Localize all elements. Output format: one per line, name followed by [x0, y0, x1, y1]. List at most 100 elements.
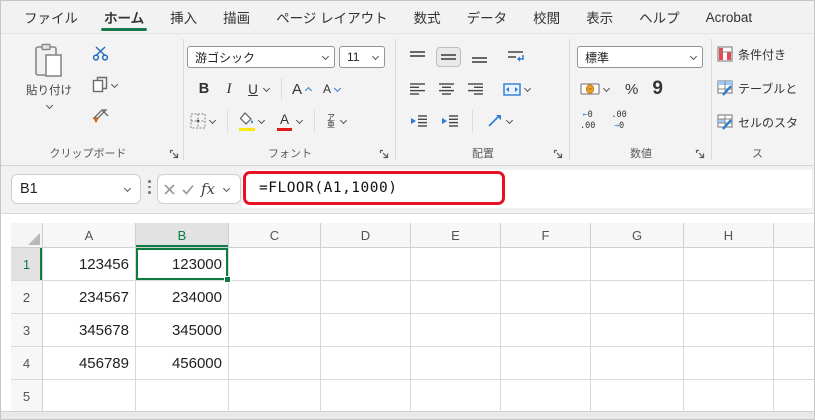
cell-D5[interactable]: [321, 380, 411, 413]
cell-F2[interactable]: [501, 281, 591, 314]
cell-I5[interactable]: [774, 380, 814, 413]
cell-H1[interactable]: [684, 248, 774, 281]
cell-I4[interactable]: [774, 347, 814, 380]
fill-color-dropdown-icon[interactable]: [257, 117, 266, 126]
cell-B1[interactable]: 123000: [136, 248, 231, 283]
ribbon-tab-7[interactable]: 校閲: [520, 1, 573, 33]
row-header-2[interactable]: 2: [11, 281, 43, 314]
paste-dropdown-icon[interactable]: [45, 101, 54, 110]
align-center-button[interactable]: [436, 81, 457, 97]
cell-H2[interactable]: [684, 281, 774, 314]
cell-G5[interactable]: [591, 380, 684, 413]
cell-E2[interactable]: [411, 281, 501, 314]
align-middle-button[interactable]: [436, 47, 461, 67]
percent-style-button[interactable]: %: [622, 79, 641, 100]
cell-C1[interactable]: [229, 248, 321, 281]
alignment-dialog-launcher-icon[interactable]: [553, 149, 564, 160]
cell-A4[interactable]: 456789: [43, 347, 136, 380]
ribbon-tab-2[interactable]: 挿入: [157, 1, 210, 33]
cell-A2[interactable]: 234567: [43, 281, 136, 314]
cell-I2[interactable]: [774, 281, 814, 314]
ribbon-tab-4[interactable]: ページ レイアウト: [263, 1, 400, 33]
copy-button[interactable]: [89, 74, 122, 95]
cell-F3[interactable]: [501, 314, 591, 347]
column-header-H[interactable]: H: [684, 223, 774, 248]
font-name-select[interactable]: 游ゴシック: [187, 46, 335, 68]
font-dialog-launcher-icon[interactable]: [379, 149, 390, 160]
cell-B4[interactable]: 456000: [136, 347, 229, 380]
cell-C5[interactable]: [229, 380, 321, 413]
enter-icon[interactable]: [182, 184, 194, 195]
ribbon-tab-3[interactable]: 描画: [210, 1, 263, 33]
underline-dropdown-icon[interactable]: [262, 85, 271, 94]
cell-A3[interactable]: 345678: [43, 314, 136, 347]
merge-dropdown-icon[interactable]: [523, 85, 532, 94]
cell-A1[interactable]: 123456: [43, 248, 136, 281]
copy-dropdown-icon[interactable]: [110, 80, 119, 89]
accounting-format-button[interactable]: [577, 80, 614, 98]
insert-function-button[interactable]: fx: [201, 180, 215, 198]
decrease-decimal-button[interactable]: .00 →0: [608, 109, 629, 133]
decrease-font-size-button[interactable]: A: [320, 80, 345, 98]
formula-bar-drag-handle[interactable]: [148, 180, 151, 194]
ribbon-tab-6[interactable]: データ: [454, 1, 521, 33]
accounting-dropdown-icon[interactable]: [602, 85, 611, 94]
cell-C2[interactable]: [229, 281, 321, 314]
column-header-A[interactable]: A: [43, 223, 136, 248]
wrap-text-button[interactable]: [504, 48, 527, 66]
column-header-B[interactable]: B: [136, 223, 229, 248]
column-header-D[interactable]: D: [321, 223, 411, 248]
column-header-E[interactable]: E: [411, 223, 501, 248]
cell-I1[interactable]: [774, 248, 814, 281]
ribbon-tab-0[interactable]: ファイル: [11, 1, 91, 33]
increase-indent-button[interactable]: [438, 113, 461, 129]
fill-color-button[interactable]: [235, 110, 269, 132]
orientation-dropdown-icon[interactable]: [505, 117, 514, 126]
conditional-formatting-button[interactable]: 条件付き: [717, 42, 786, 66]
orientation-button[interactable]: [484, 112, 517, 130]
borders-button[interactable]: [187, 111, 220, 131]
cell-E3[interactable]: [411, 314, 501, 347]
cell-H5[interactable]: [684, 380, 774, 413]
number-dialog-launcher-icon[interactable]: [695, 149, 706, 160]
underline-button[interactable]: U: [243, 80, 274, 99]
cell-A5[interactable]: [43, 380, 136, 413]
ribbon-tab-1[interactable]: ホーム: [91, 1, 157, 33]
cell-E4[interactable]: [411, 347, 501, 380]
cell-G3[interactable]: [591, 314, 684, 347]
phonetic-guide-button[interactable]: ア 亜: [322, 112, 351, 130]
cell-C3[interactable]: [229, 314, 321, 347]
cut-button[interactable]: [89, 44, 112, 63]
merge-center-button[interactable]: [500, 81, 535, 98]
decrease-indent-button[interactable]: [407, 113, 430, 129]
row-header-5[interactable]: 5: [11, 380, 43, 413]
row-header-4[interactable]: 4: [11, 347, 43, 380]
cell-H4[interactable]: [684, 347, 774, 380]
column-header-F[interactable]: F: [501, 223, 591, 248]
number-format-select[interactable]: 標準: [577, 46, 703, 68]
format-painter-button[interactable]: [89, 106, 113, 126]
italic-button[interactable]: I: [219, 79, 239, 100]
row-header-3[interactable]: 3: [11, 314, 43, 347]
fx-dropdown-icon[interactable]: [222, 185, 231, 194]
align-top-button[interactable]: [407, 49, 428, 65]
formula-input[interactable]: =FLOOR(A1,1000): [242, 170, 812, 208]
format-as-table-button[interactable]: テーブルと: [717, 76, 797, 100]
cell-B3[interactable]: 345000: [136, 314, 229, 347]
cell-I3[interactable]: [774, 314, 814, 347]
ribbon-tab-8[interactable]: 表示: [573, 1, 626, 33]
cell-F5[interactable]: [501, 380, 591, 413]
name-box[interactable]: B1: [11, 174, 141, 204]
align-left-button[interactable]: [407, 81, 428, 97]
cell-E5[interactable]: [411, 380, 501, 413]
column-header-C[interactable]: C: [229, 223, 321, 248]
font-color-dropdown-icon[interactable]: [295, 117, 304, 126]
name-box-dropdown-icon[interactable]: [123, 185, 132, 194]
cell-D2[interactable]: [321, 281, 411, 314]
cell-E1[interactable]: [411, 248, 501, 281]
phonetic-dropdown-icon[interactable]: [339, 117, 348, 126]
column-header-cutoff[interactable]: [774, 223, 814, 248]
align-bottom-button[interactable]: [469, 49, 490, 65]
font-color-button[interactable]: A: [273, 110, 307, 132]
increase-font-size-button[interactable]: A: [289, 79, 316, 100]
